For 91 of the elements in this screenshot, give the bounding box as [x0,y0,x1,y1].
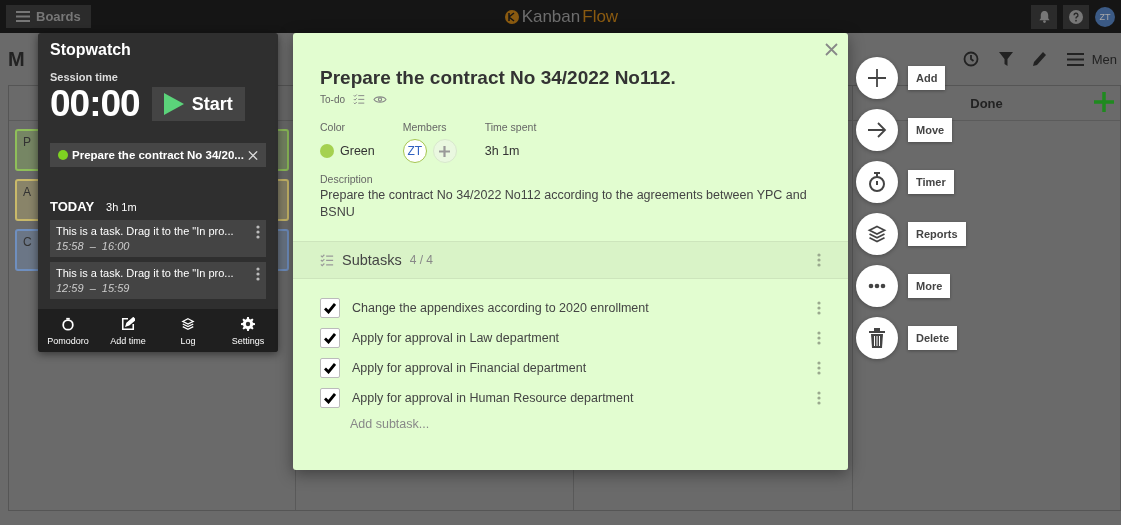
footer-button[interactable]: Pomodoro [38,317,98,346]
session-time: 00:00 [50,83,140,125]
add-member-button[interactable] [432,139,457,163]
clock-icon[interactable] [962,51,979,67]
action-button[interactable] [856,109,898,151]
action-button[interactable] [856,57,898,99]
settings-icon [241,317,255,331]
eye-icon[interactable] [373,94,387,104]
add-subtask-field[interactable]: Add subtask... [350,417,550,431]
arrow-right-icon [867,122,887,138]
description-label: Description [320,173,374,185]
subtask-text: Change the appendixes according to 2020 enrollment [352,301,650,315]
close-icon [825,43,838,56]
subtask-text: Apply for approval in Law department [352,331,561,345]
play-icon [163,93,184,115]
timer-icon [61,317,75,331]
filter-icon[interactable] [998,51,1013,67]
time-spent: 3h 1m [484,144,520,158]
time-spent-label: Time spent [484,121,537,133]
action-label[interactable]: More [908,274,951,298]
time-entry[interactable]: This is a task. Drag it to the "In pro... 15:58 – 16:00 [50,220,266,257]
checkmark-icon [324,392,336,404]
subtasks-title: Subtasks [342,252,402,268]
color-value: Green [340,144,375,158]
action-label[interactable]: Add [908,66,946,90]
layers-icon [181,317,195,331]
subtask-text: Apply for approval in Human Resource department [352,391,635,405]
column-name: To-do [320,93,345,105]
task-title: Prepare the contract No 34/2022 No112. [320,67,677,89]
footer-button[interactable]: Settings [218,317,278,346]
checkbox[interactable] [320,328,340,348]
action-label[interactable]: Reports [908,222,966,246]
today-total: 3h 1m [106,201,137,213]
color-label: Color [320,121,347,133]
action-button[interactable] [856,213,898,255]
menu-icon [16,11,30,22]
entry-title: This is a task. Drag it to the "In pro... [56,267,235,281]
notification-button[interactable] [1031,4,1057,29]
action-button[interactable] [856,265,898,307]
menu-icon [1066,52,1084,66]
checklist-icon [320,253,334,267]
logo: Kanban Flow [503,6,619,27]
checkmark-icon [324,302,336,314]
checkmark-icon [324,362,336,374]
more-icon[interactable] [817,361,821,375]
entry-time: 15:58 – 16:00 [56,240,131,252]
member-avatar[interactable]: ZT [402,139,427,163]
subtasks-count: 4 / 4 [409,253,434,267]
entry-title: This is a task. Drag it to the "In pro... [56,225,235,239]
close-icon[interactable] [247,149,258,161]
pencil-icon[interactable] [1032,51,1047,67]
start-button[interactable]: Start [151,87,245,121]
more-icon[interactable] [817,331,821,345]
trash-icon [869,328,885,348]
checkbox[interactable] [320,298,340,318]
more-icon[interactable] [256,225,260,239]
help-icon [1069,8,1083,25]
column-title: Done [970,95,1003,111]
plus-icon [439,145,451,157]
layers-icon [867,224,887,244]
plus-icon [867,68,887,88]
subtask-text: Apply for approval in Financial department [352,361,588,375]
board-title: M [8,47,25,71]
footer-button[interactable]: Add time [98,317,158,346]
more-icon[interactable] [256,267,260,281]
entry-time: 12:59 – 15:59 [56,282,131,294]
description-text: Prepare the contract No 34/2022 No112 according to the agreements between YPC and BSNU [320,187,808,221]
action-label[interactable]: Delete [908,326,958,350]
checkbox[interactable] [320,388,340,408]
members-label: Members [402,121,448,133]
action-button[interactable] [856,317,898,359]
more-icon[interactable] [817,391,821,405]
checkbox[interactable] [320,358,340,378]
footer-button[interactable]: Log [158,317,218,346]
action-button[interactable] [856,161,898,203]
checkmark-icon [324,332,336,344]
edit-icon [121,317,135,331]
help-button[interactable] [1063,4,1089,29]
bell-icon [1037,10,1051,23]
stopwatch-title: Stopwatch [50,41,132,59]
color-swatch[interactable] [320,144,334,158]
action-label[interactable]: Timer [908,170,954,194]
more-icon [868,283,886,289]
action-label[interactable]: Move [908,118,953,142]
time-entry[interactable]: This is a task. Drag it to the "In pro... 12:59 – 15:59 [50,262,266,299]
more-icon[interactable] [817,301,821,315]
today-label: TODAY [50,199,95,214]
stopwatch-icon [868,171,886,193]
task-title: Prepare the contract No 34/20... [72,149,244,161]
checklist-icon [353,93,365,105]
session-label: Session time [50,71,119,83]
